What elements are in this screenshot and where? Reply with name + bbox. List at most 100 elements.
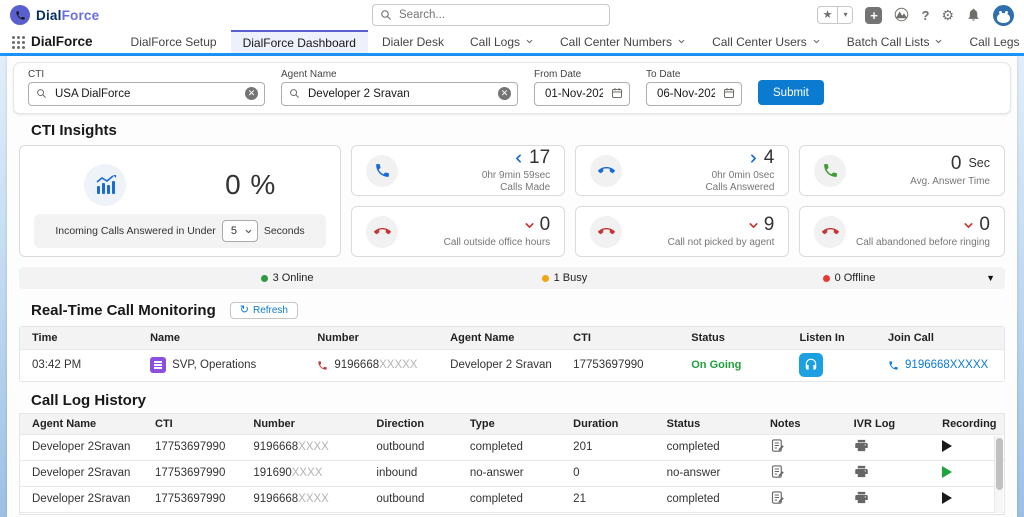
calls-answered-duration: 0hr 0min 0sec	[712, 170, 775, 183]
tab-dialforce-dashboard[interactable]: DialForce Dashboard	[231, 30, 368, 53]
answered-phone-icon	[814, 155, 846, 187]
col-status: Status	[679, 327, 787, 350]
duration-cell: 21	[561, 486, 654, 512]
notes-icon[interactable]	[770, 438, 785, 453]
number-cell: 9196668XXXX	[241, 434, 364, 460]
star-icon[interactable]: ★	[818, 7, 838, 23]
clear-cti-icon[interactable]: ✕	[245, 87, 258, 100]
col-name: Name	[138, 327, 305, 350]
vertical-scrollbar[interactable]	[994, 436, 1003, 513]
tab-call-center-numbers[interactable]: Call Center Numbers	[548, 30, 698, 53]
col-time: Time	[20, 327, 138, 350]
submit-button[interactable]: Submit	[758, 80, 824, 105]
abandoned-label: Call abandoned before ringing	[856, 237, 990, 250]
headphones-icon	[804, 358, 818, 372]
search-icon	[289, 88, 300, 99]
not-picked-value: 9	[764, 213, 775, 237]
filter-bar: CTI ✕ Agent Name ✕ From Date To Date	[13, 62, 1011, 114]
col-listen-in: Listen In	[787, 327, 876, 350]
clear-agent-icon[interactable]: ✕	[498, 87, 511, 100]
recording-cell	[930, 486, 1004, 512]
global-header: DialForce ★ ▾ + ? ⚙	[0, 0, 1024, 30]
global-search-input[interactable]	[372, 4, 610, 26]
table-row: Developer 2Sravan 17753697990 9196668XXX…	[20, 434, 1004, 460]
col-cti: CTI	[561, 327, 679, 350]
tab-batch-call-lists[interactable]: Batch Call Lists	[835, 30, 956, 53]
bar-chart-icon	[84, 164, 126, 206]
ivr-log-cell	[842, 434, 931, 460]
col-notes: Notes	[758, 414, 842, 435]
quick-add-icon[interactable]: +	[865, 7, 882, 24]
favorites-caret-icon[interactable]: ▾	[837, 7, 852, 23]
cti-label: CTI	[28, 69, 265, 80]
call-log-history-title: Call Log History	[31, 392, 1017, 410]
chevron-down-icon	[934, 37, 943, 46]
calls-answered-label: Calls Answered	[705, 182, 774, 195]
incoming-call-icon	[590, 155, 622, 187]
notes-icon[interactable]	[770, 464, 785, 479]
refresh-icon: ↻	[240, 305, 249, 316]
refresh-button[interactable]: ↻ Refresh	[230, 302, 298, 319]
calls-made-duration: 0hr 9min 59sec	[482, 170, 550, 183]
threshold-select[interactable]: 5	[222, 220, 258, 242]
app-name: DialForce	[31, 30, 93, 53]
tab-call-center-users[interactable]: Call Center Users	[700, 30, 833, 53]
calendar-icon[interactable]	[723, 87, 735, 99]
offline-status: 0 Offline	[823, 272, 876, 284]
listen-in-cell	[787, 350, 876, 381]
type-cell: no-answer	[458, 460, 561, 486]
notifications-bell-icon[interactable]	[966, 7, 981, 24]
busy-status: 1 Busy	[542, 272, 588, 284]
tab-dialforce-setup[interactable]: DialForce Setup	[119, 30, 229, 53]
col-status: Status	[655, 414, 758, 435]
chevron-down-icon	[677, 37, 686, 46]
direction-cell: outbound	[364, 434, 457, 460]
tab-call-logs[interactable]: Call Logs	[458, 30, 546, 53]
call-log-table: Agent Name CTI Number Direction Type Dur…	[20, 414, 1004, 515]
number-cell: 9196668XXXX	[241, 486, 364, 512]
outside-office-card: 0 Call outside office hours	[351, 206, 565, 257]
collapse-presence-icon[interactable]: ▼	[986, 273, 995, 283]
outgoing-call-icon	[366, 155, 398, 187]
brand-name: DialForce	[36, 8, 99, 23]
scrollbar-thumb[interactable]	[996, 438, 1003, 490]
user-avatar[interactable]	[993, 5, 1014, 26]
chevron-down-icon	[244, 227, 253, 236]
calendar-icon[interactable]	[611, 87, 623, 99]
agent-name-input[interactable]	[281, 82, 518, 106]
trailhead-icon[interactable]	[894, 7, 909, 24]
recording-cell	[930, 434, 1004, 460]
ivr-log-icon[interactable]	[854, 438, 869, 453]
cti-input[interactable]	[28, 82, 265, 106]
listen-in-button[interactable]	[799, 353, 823, 377]
agent-cell: Developer 2 Sravan	[438, 350, 561, 381]
chevron-right-icon	[747, 152, 760, 165]
play-recording-button[interactable]	[942, 492, 952, 504]
tab-dialer-desk[interactable]: Dialer Desk	[370, 30, 456, 53]
ivr-log-icon[interactable]	[854, 490, 869, 505]
agent-cell: Developer 2Sravan	[20, 460, 143, 486]
outside-office-value: 0	[540, 213, 551, 237]
setup-gear-icon[interactable]: ⚙	[941, 8, 954, 22]
direction-cell: inbound	[364, 460, 457, 486]
global-search	[372, 4, 610, 26]
ivr-log-cell	[842, 486, 931, 512]
ivr-log-icon[interactable]	[854, 464, 869, 479]
avg-answer-time-card: 0Sec Avg. Answer Time	[799, 145, 1005, 196]
calls-made-label: Calls Made	[500, 182, 550, 195]
play-recording-button[interactable]	[942, 440, 952, 452]
direction-cell: outbound	[364, 486, 457, 512]
help-icon[interactable]: ?	[921, 8, 929, 23]
favorites-control[interactable]: ★ ▾	[817, 6, 854, 24]
answer-rate-label-suffix: Seconds	[264, 225, 305, 237]
join-call-link[interactable]: 9196668XXXXX	[888, 359, 1004, 371]
search-icon	[380, 9, 392, 21]
table-row	[20, 512, 1004, 515]
tab-call-legs[interactable]: Call Legs	[957, 30, 1024, 53]
notes-icon[interactable]	[770, 490, 785, 505]
cti-cell: 17753697990	[143, 486, 241, 512]
play-recording-button[interactable]	[942, 466, 952, 478]
col-agent-name: Agent Name	[20, 414, 143, 435]
app-launcher-icon[interactable]	[10, 30, 31, 53]
phone-icon	[888, 360, 899, 371]
